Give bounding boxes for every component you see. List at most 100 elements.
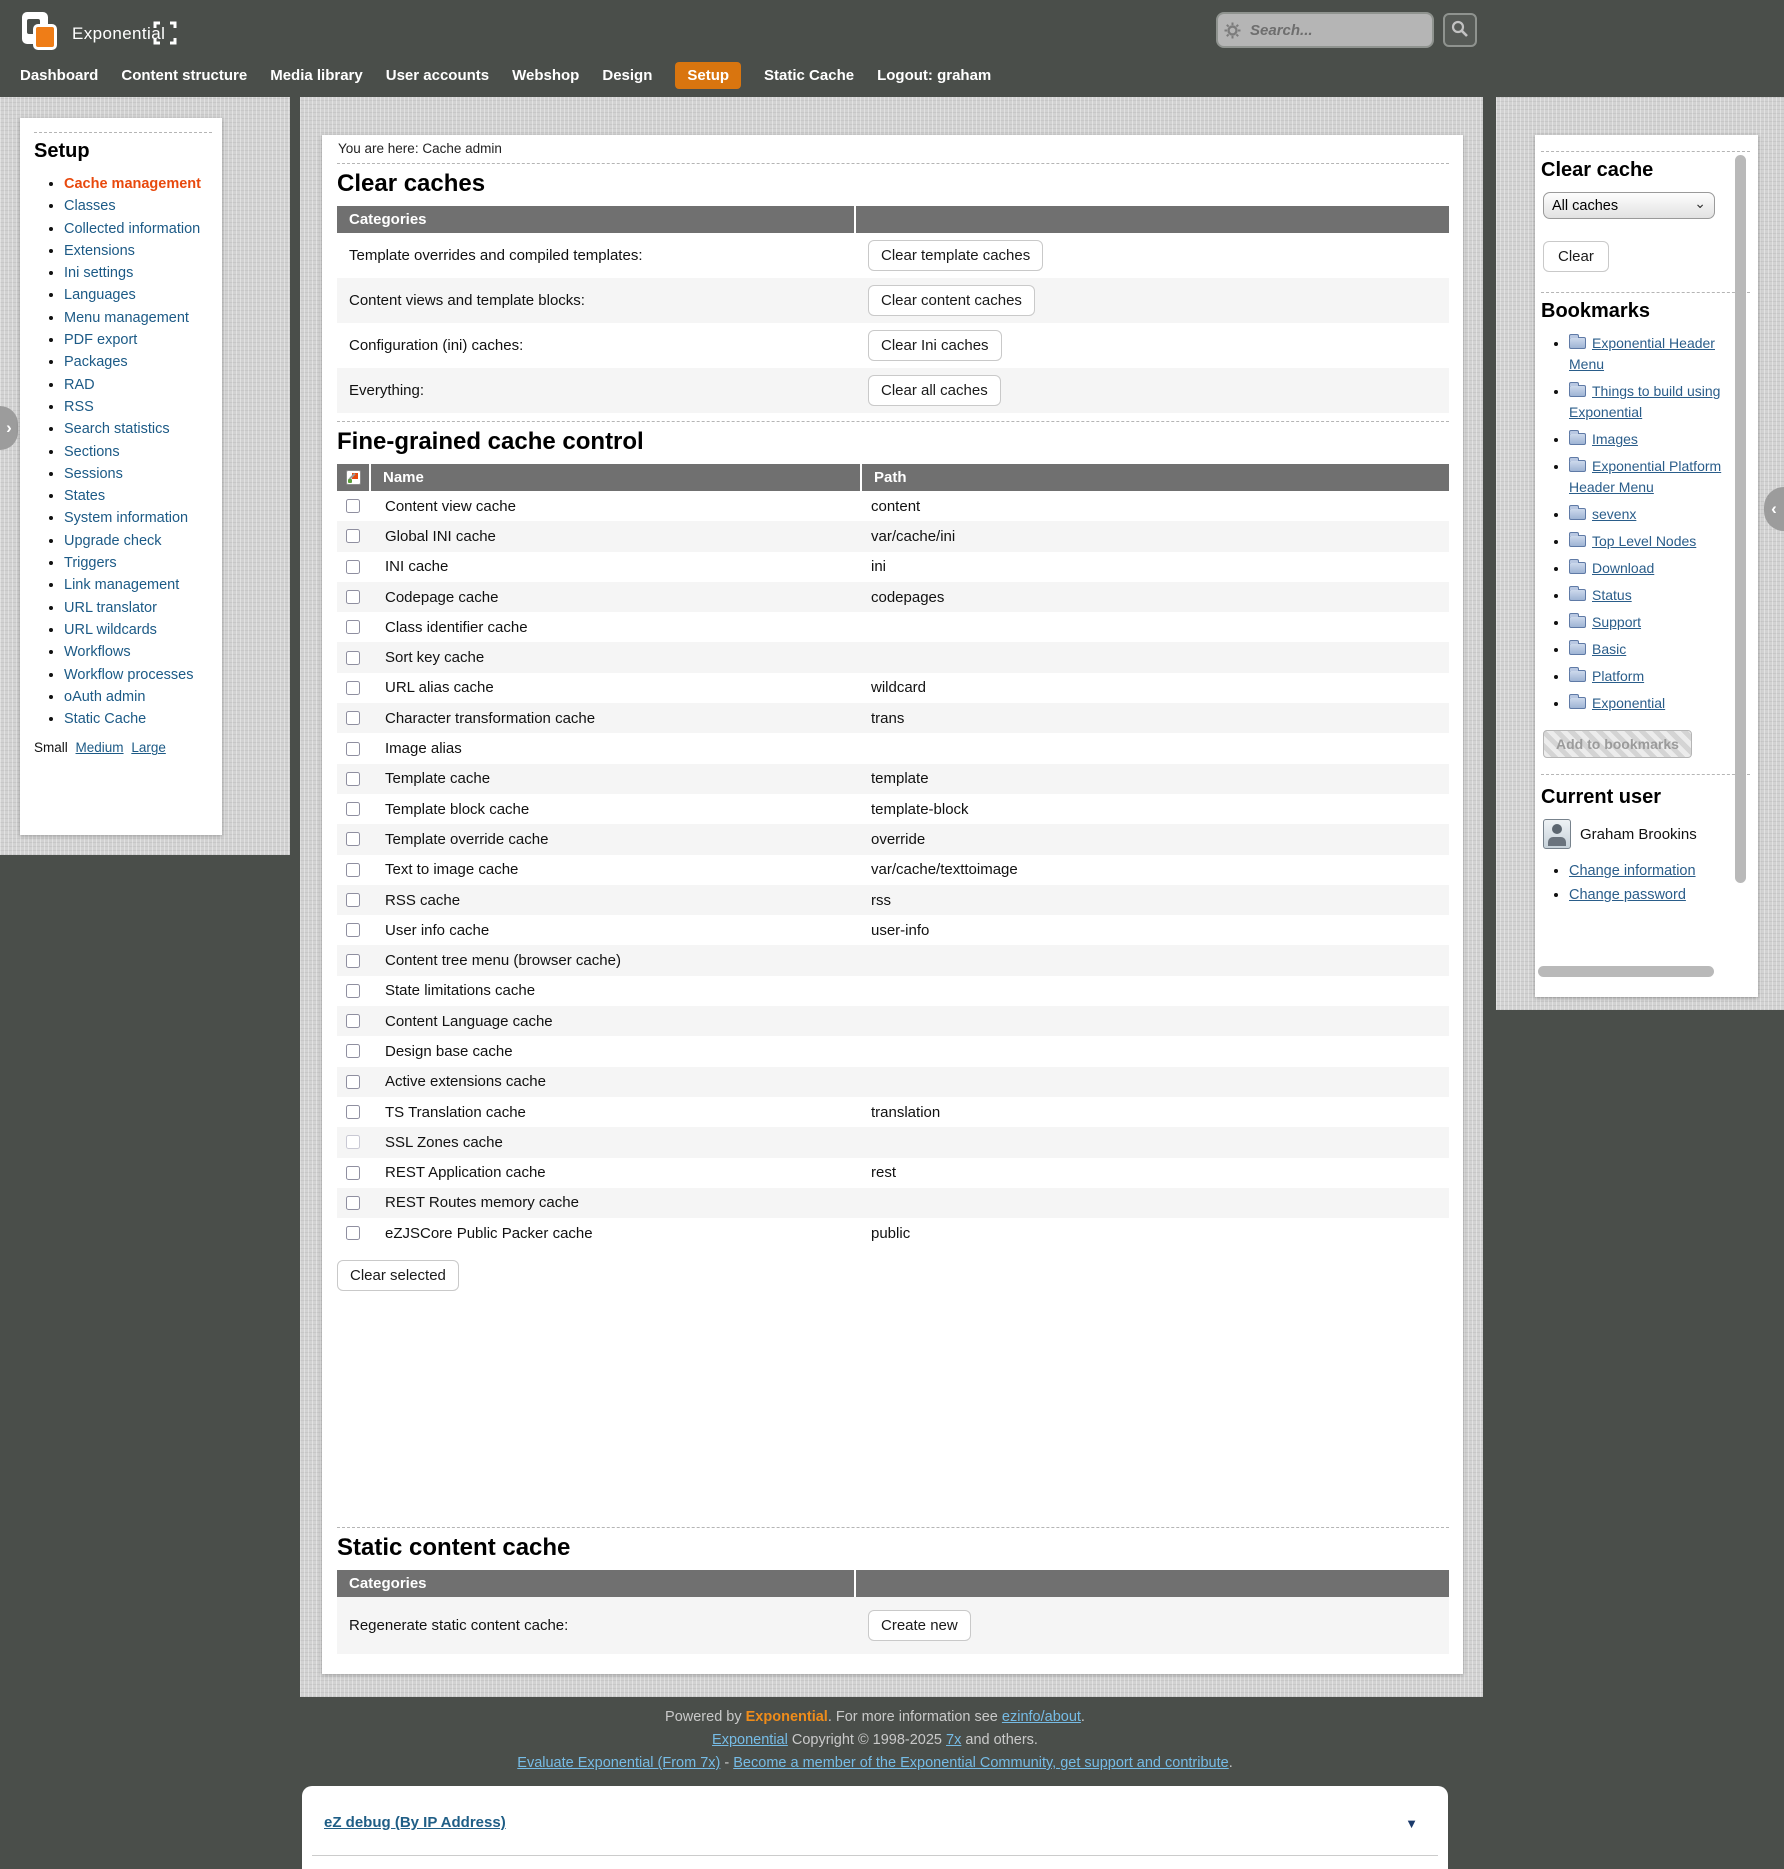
debug-collapse-arrow-icon[interactable]: ▼ xyxy=(1405,1816,1418,1831)
sevenx-link[interactable]: 7x xyxy=(946,1732,961,1748)
cache-row-checkbox[interactable] xyxy=(346,620,360,634)
cache-path: template xyxy=(862,770,1449,787)
search-button[interactable] xyxy=(1443,13,1477,47)
cache-row-checkbox[interactable] xyxy=(346,923,360,937)
sidebar-item-link[interactable]: Workflows xyxy=(64,644,131,660)
add-to-bookmarks-button[interactable]: Add to bookmarks xyxy=(1543,730,1692,758)
size-large-link[interactable]: Large xyxy=(131,740,166,755)
bookmark-link[interactable]: Download xyxy=(1592,560,1654,576)
change-information-link[interactable]: Change information xyxy=(1569,863,1696,879)
cache-row-checkbox[interactable] xyxy=(346,590,360,604)
cache-row-checkbox[interactable] xyxy=(346,893,360,907)
cache-row-checkbox[interactable] xyxy=(346,1014,360,1028)
search-input[interactable] xyxy=(1216,12,1434,48)
sidebar-item-link[interactable]: oAuth admin xyxy=(64,689,145,705)
cache-row-checkbox[interactable] xyxy=(346,832,360,846)
evaluate-link[interactable]: Evaluate Exponential (From 7x) xyxy=(517,1755,720,1771)
horizontal-scrollbar[interactable] xyxy=(1538,966,1714,977)
sidebar-item-link[interactable]: Link management xyxy=(64,577,179,593)
sidebar-item-link[interactable]: URL translator xyxy=(64,600,157,616)
nav-item[interactable]: Static Cache xyxy=(764,67,854,84)
create-new-button[interactable]: Create new xyxy=(868,1610,971,1641)
nav-item[interactable]: Design xyxy=(602,67,652,84)
nav-item[interactable]: Logout: graham xyxy=(877,67,991,84)
clear-cache-category-button[interactable]: Clear Ini caches xyxy=(868,330,1002,361)
sidebar-item-link[interactable]: Static Cache xyxy=(64,711,146,727)
cache-row-checkbox[interactable] xyxy=(346,772,360,786)
sidebar-item-link[interactable]: PDF export xyxy=(64,332,137,348)
nav-item[interactable]: Webshop xyxy=(512,67,579,84)
ezinfo-about-link[interactable]: ezinfo/about xyxy=(1002,1709,1081,1725)
bookmark-link[interactable]: Support xyxy=(1592,614,1641,630)
sidebar-item-link[interactable]: Upgrade check xyxy=(64,533,162,549)
cache-row-checkbox[interactable] xyxy=(346,560,360,574)
sidebar-item-link[interactable]: Triggers xyxy=(64,555,117,571)
nav-item[interactable]: Content structure xyxy=(121,67,247,84)
clear-cache-select[interactable]: All caches xyxy=(1543,192,1715,219)
cache-row-checkbox[interactable] xyxy=(346,1196,360,1210)
nav-item[interactable]: Media library xyxy=(270,67,363,84)
sidebar-item-link[interactable]: Packages xyxy=(64,354,128,370)
cache-row-checkbox[interactable] xyxy=(346,529,360,543)
cache-row-checkbox[interactable] xyxy=(346,651,360,665)
sidebar-item-link[interactable]: Cache management xyxy=(64,176,201,192)
clear-selected-button[interactable]: Clear selected xyxy=(337,1260,459,1291)
sidebar-item-link[interactable]: System information xyxy=(64,510,188,526)
cache-row-checkbox[interactable] xyxy=(346,1044,360,1058)
fullscreen-icon[interactable] xyxy=(152,20,178,46)
cache-row-checkbox[interactable] xyxy=(346,984,360,998)
cache-row-checkbox[interactable] xyxy=(346,863,360,877)
nav-item[interactable]: User accounts xyxy=(386,67,489,84)
sidebar-item-link[interactable]: RAD xyxy=(64,377,95,393)
bookmark-link[interactable]: Exponential Platform Header Menu xyxy=(1569,458,1721,495)
cache-row-checkbox[interactable] xyxy=(346,1166,360,1180)
clear-cache-category-button[interactable]: Clear content caches xyxy=(868,285,1035,316)
exponential-link[interactable]: Exponential xyxy=(712,1732,788,1748)
sidebar-item-link[interactable]: States xyxy=(64,488,105,504)
sidebar-item-link[interactable]: Menu management xyxy=(64,310,189,326)
sidebar-item-link[interactable]: Collected information xyxy=(64,221,200,237)
static-cache-table-header: Categories xyxy=(337,1570,1449,1597)
community-link[interactable]: Become a member of the Exponential Commu… xyxy=(733,1755,1228,1771)
bookmark-link[interactable]: Exponential xyxy=(1592,695,1665,711)
sidebar-item-link[interactable]: RSS xyxy=(64,399,94,415)
bookmark-link[interactable]: Images xyxy=(1592,431,1638,447)
bookmark-link[interactable]: Platform xyxy=(1592,668,1644,684)
cache-row-checkbox[interactable] xyxy=(346,1075,360,1089)
bookmark-link[interactable]: Things to build using Exponential xyxy=(1569,383,1720,420)
vertical-scrollbar[interactable] xyxy=(1735,155,1746,883)
change-password-link[interactable]: Change password xyxy=(1569,887,1686,903)
sidebar-item-link[interactable]: Languages xyxy=(64,287,136,303)
cache-row-checkbox[interactable] xyxy=(346,499,360,513)
sidebar-item-link[interactable]: Classes xyxy=(64,198,116,214)
bookmark-link[interactable]: Top Level Nodes xyxy=(1592,533,1696,549)
cache-row-checkbox[interactable] xyxy=(346,1226,360,1240)
clear-cache-category-button[interactable]: Clear all caches xyxy=(868,375,1001,406)
cache-row-checkbox[interactable] xyxy=(346,1105,360,1119)
exponential-logo-icon[interactable] xyxy=(22,12,64,54)
clear-cache-category-button[interactable]: Clear template caches xyxy=(868,240,1043,271)
sidebar-item-link[interactable]: Ini settings xyxy=(64,265,133,281)
nav-item[interactable]: Dashboard xyxy=(20,67,98,84)
bookmark-link[interactable]: Status xyxy=(1592,587,1632,603)
invert-selection-icon[interactable] xyxy=(346,470,361,485)
cache-row-checkbox[interactable] xyxy=(346,681,360,695)
bookmark-link[interactable]: sevenx xyxy=(1592,506,1636,522)
cache-row-checkbox[interactable] xyxy=(346,802,360,816)
sidebar-item-link[interactable]: Sections xyxy=(64,444,120,460)
sidebar-item-link[interactable]: Sessions xyxy=(64,466,123,482)
sidebar-item-link[interactable]: URL wildcards xyxy=(64,622,157,638)
nav-item[interactable]: Setup xyxy=(675,62,741,89)
size-medium-link[interactable]: Medium xyxy=(76,740,124,755)
bookmark-link[interactable]: Exponential Header Menu xyxy=(1569,335,1715,372)
cache-row-checkbox[interactable] xyxy=(346,742,360,756)
sidebar-item-link[interactable]: Workflow processes xyxy=(64,667,193,683)
cache-row-checkbox[interactable] xyxy=(346,1135,360,1149)
cache-row-checkbox[interactable] xyxy=(346,711,360,725)
sidebar-item-link[interactable]: Extensions xyxy=(64,243,135,259)
sidebar-item-link[interactable]: Search statistics xyxy=(64,421,170,437)
bookmark-link[interactable]: Basic xyxy=(1592,641,1626,657)
cache-row-checkbox[interactable] xyxy=(346,954,360,968)
clear-button[interactable]: Clear xyxy=(1543,241,1609,272)
ez-debug-link[interactable]: eZ debug (By IP Address) xyxy=(324,1814,506,1831)
